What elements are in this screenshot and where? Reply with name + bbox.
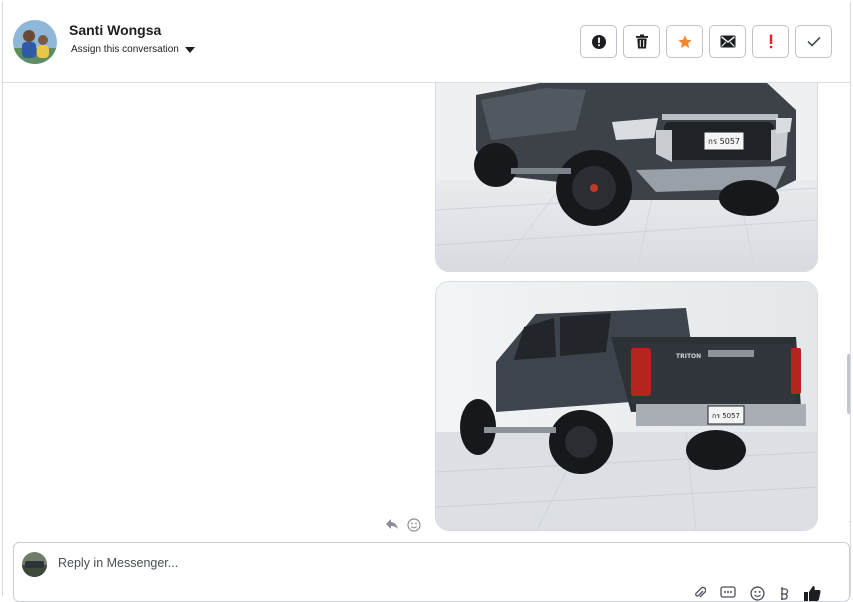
saved-replies-icon[interactable]	[720, 586, 736, 600]
star-icon	[677, 34, 692, 48]
envelope-icon	[720, 35, 735, 48]
delete-button[interactable]	[623, 25, 660, 58]
reply-input[interactable]	[56, 555, 660, 571]
composer-tools	[694, 585, 821, 601]
reply-icon[interactable]	[385, 518, 399, 530]
assign-label: Assign this conversation	[71, 44, 179, 55]
rear-plate-text: กร 5057	[712, 412, 740, 420]
trash-icon	[635, 34, 648, 49]
mark-unread-button[interactable]	[709, 25, 746, 58]
conversation-actions	[580, 25, 832, 58]
spam-button[interactable]	[580, 25, 617, 58]
front-plate-text: กร 5057	[708, 137, 740, 146]
star-button[interactable]	[666, 25, 703, 58]
emoji-icon[interactable]	[750, 585, 765, 601]
chevron-down-icon	[184, 47, 195, 53]
reply-composer	[13, 542, 850, 602]
assign-conversation-dropdown[interactable]: Assign this conversation	[71, 44, 195, 55]
contact-name[interactable]: Santi Wongsa	[69, 22, 161, 38]
exclamation-icon	[769, 34, 772, 49]
payment-icon[interactable]	[779, 586, 789, 601]
contact-avatar[interactable]	[13, 20, 57, 64]
important-button[interactable]	[752, 25, 789, 58]
message-image-truck-front[interactable]: กร 5057	[435, 83, 818, 272]
mark-done-button[interactable]	[795, 25, 832, 58]
page-avatar	[22, 552, 47, 577]
scroll-down-arrow-icon[interactable]: ▼	[848, 520, 850, 527]
attachment-icon[interactable]	[694, 586, 706, 600]
message-actions	[385, 518, 421, 532]
scrollbar-thumb[interactable]	[847, 354, 850, 414]
message-thread[interactable]: กร 5057 TRITON กร 5057	[3, 83, 850, 534]
check-icon	[806, 36, 821, 47]
emoji-react-icon[interactable]	[407, 518, 421, 532]
thumbs-up-icon[interactable]	[803, 585, 821, 601]
message-image-truck-rear[interactable]: TRITON กร 5057	[435, 281, 818, 531]
triton-badge-text: TRITON	[676, 353, 701, 360]
alert-circle-icon	[591, 34, 606, 49]
conversation-header: Santi Wongsa Assign this conversation	[3, 0, 850, 83]
